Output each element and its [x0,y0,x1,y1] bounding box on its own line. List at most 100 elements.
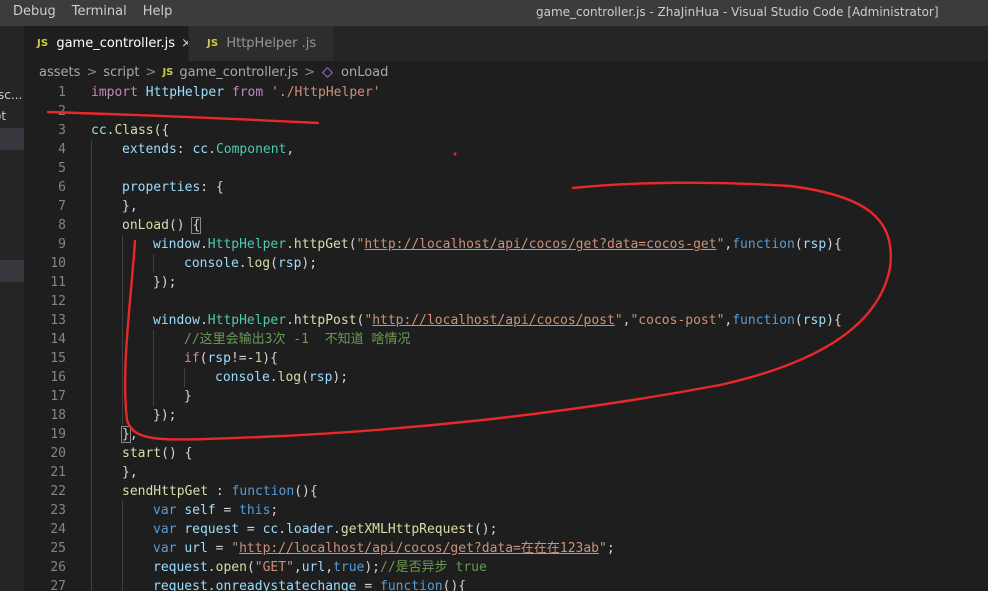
code-line[interactable]: 22 sendHttpGet : function(){ [24,482,988,501]
line-number: 23 [50,503,66,518]
code-line[interactable]: 10 console.log(rsp); [24,254,988,273]
menu-terminal[interactable]: Terminal [64,0,135,26]
indent-guide [91,311,92,330]
explorer-item[interactable]: ot [0,105,24,127]
explorer-item-selected[interactable] [0,260,24,282]
code-text: var url = "http://localhost/api/cocos/ge… [153,539,615,558]
code-line[interactable]: 16 console.log(rsp); [24,368,988,387]
code-line[interactable]: 8 onLoad() { [24,216,988,235]
tab-http-helper[interactable]: JS HttpHelper .js [188,26,333,61]
code-line[interactable]: 18}); [24,406,988,425]
breadcrumb-item-file[interactable]: game_controller.js [179,65,298,80]
code-line[interactable]: 27 request.onreadystatechange = function(… [24,577,988,591]
code-token: properties [122,180,201,195]
explorer-item[interactable]: \sc... [0,84,24,106]
code-token: }); [153,408,177,423]
code-token: . [238,256,247,271]
breadcrumb-item-symbol[interactable]: onLoad [341,65,388,80]
code-token: . [199,237,208,252]
code-token: true [333,560,365,575]
code-text: window.HttpHelper.httpPost("http://local… [153,311,842,330]
indent-guide [153,368,154,387]
line-number: 3 [58,123,66,138]
code-token: ( [794,237,803,252]
tab-game-controller[interactable]: JS game_controller.js × [24,26,192,61]
code-token: getXMLHttpRequest [340,522,474,537]
editor: JS game_controller.js × JS HttpHelper .j… [24,26,988,591]
code-text: if(rsp!=-1){ [184,349,278,368]
code-line[interactable]: 14 //这里会输出3次 -1 不知道 啥情况 [24,330,988,349]
code-token: () { [161,446,193,461]
code-text: cc.Class({ [91,121,169,140]
code-line[interactable]: 9 window.HttpHelper.httpGet("http://local… [24,235,988,254]
indent-guide [91,254,92,273]
code-token: request [153,579,208,591]
code-token: rsp [277,256,302,271]
code-text: import HttpHelper from './HttpHelper' [91,83,381,102]
code-token: }, [122,465,138,480]
code-text: }, [122,463,138,482]
code-line[interactable]: 15 if(rsp!=-1){ [24,349,988,368]
code-token: " [614,313,623,328]
code-token: (); [473,522,498,537]
indent-guide [91,178,92,197]
code-token: var [153,522,177,537]
code-line[interactable]: 2 [24,102,988,121]
code-token: cc [192,142,209,157]
explorer-item-selected[interactable] [0,128,24,150]
code-line[interactable]: 7}, [24,197,988,216]
code-text: start() { [122,444,192,463]
line-number: 7 [58,199,66,214]
breadcrumb-item-assets[interactable]: assets [39,65,80,80]
indent-guide [122,368,123,387]
indent-guide [122,254,123,273]
code-token: . [208,142,216,157]
line-number: 13 [50,313,66,328]
code-line[interactable]: 20 start() { [24,444,988,463]
code-token: : { [200,180,224,195]
menu-debug[interactable]: Debug [0,0,64,26]
code-token: (){ [294,484,318,499]
code-line[interactable]: 25 var url = "http://localhost/api/cocos/… [24,539,988,558]
code-line[interactable]: 19}, [24,425,988,444]
indent-guide [122,292,123,311]
code-line[interactable]: 13 window.HttpHelper.httpPost("http://loc… [24,311,988,330]
code-line[interactable]: 17} [24,387,988,406]
line-number: 24 [50,522,66,537]
line-number: 18 [50,408,66,423]
code-token: console [184,256,239,271]
code-line[interactable]: 1 import HttpHelper from './HttpHelper' [24,83,988,102]
code-line[interactable]: 11}); [24,273,988,292]
indent-guide [122,520,123,539]
code-token: = [239,522,263,537]
code-line[interactable]: 5 [24,159,988,178]
code-token: cc [262,522,279,537]
code-token: { [191,217,202,234]
code-line[interactable]: 23 var self = this; [24,501,988,520]
code-token: request [153,560,208,575]
breadcrumb-item-script[interactable]: script [103,65,139,80]
code-text: } [184,387,192,406]
line-number: 4 [58,142,66,157]
code-token: import [91,85,138,100]
code-line[interactable]: 3 cc.Class({ [24,121,988,140]
javascript-file-icon: JS [207,38,219,49]
code-line[interactable]: 4 extends: cc.Component, [24,140,988,159]
code-line[interactable]: 24 var request = cc.loader.getXMLHttpRequ… [24,520,988,539]
code-token: Class [114,123,154,138]
code-token: . [286,237,294,252]
code-token: HttpHelper [145,85,225,100]
line-number: 22 [50,484,66,499]
code-token: . [199,313,208,328]
menu-help[interactable]: Help [135,0,181,26]
code-line[interactable]: 12 [24,292,988,311]
line-number: 15 [50,351,66,366]
code-token: . [333,522,341,537]
code-editor[interactable]: 1 import HttpHelper from './HttpHelper' 2 3… [24,83,988,591]
code-token: rsp [802,313,827,328]
code-line[interactable]: 6 properties: { [24,178,988,197]
indent-guide [91,539,92,558]
code-line[interactable]: 21}, [24,463,988,482]
code-line[interactable]: 26 request.open("GET",url,true);//是否异步 tr… [24,558,988,577]
code-token: ); [301,256,318,271]
